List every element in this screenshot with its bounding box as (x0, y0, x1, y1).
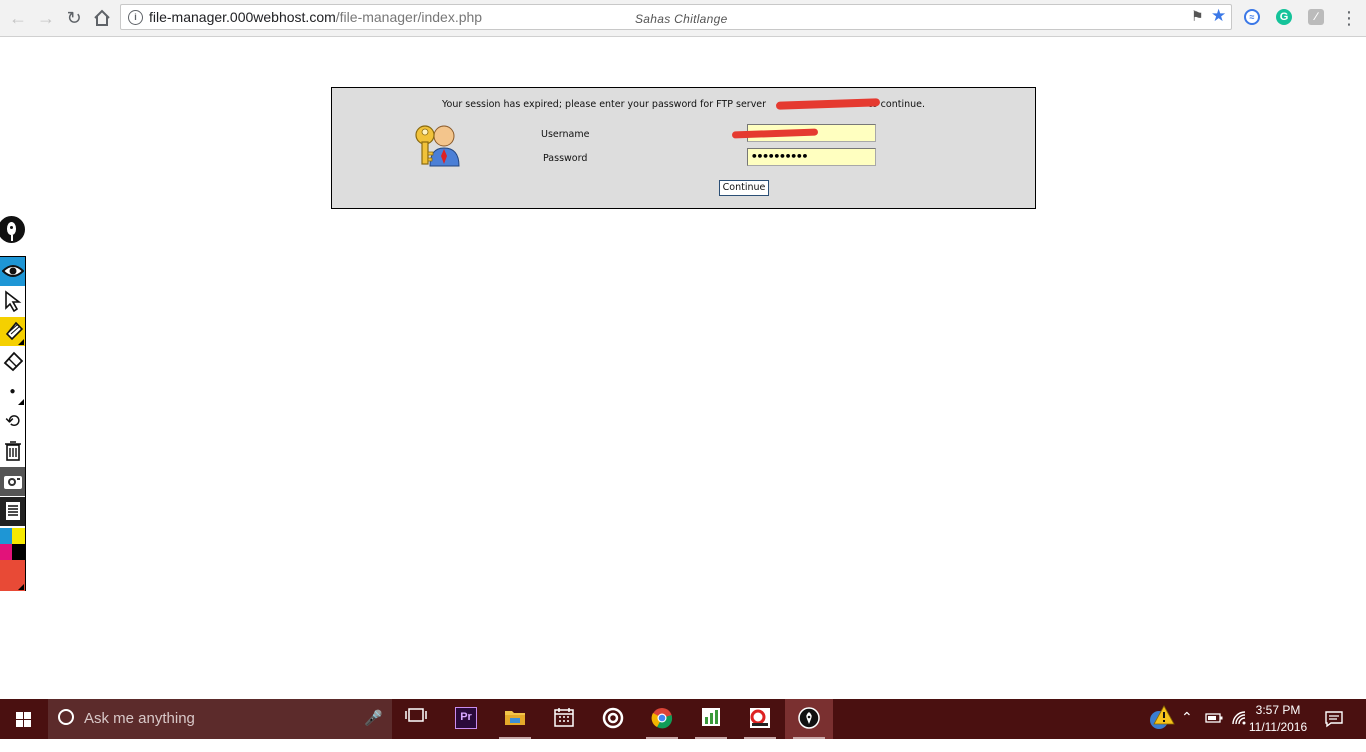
reload-icon[interactable]: ↻ (62, 6, 86, 30)
url-text: file-manager.000webhost.com/file-manager… (149, 9, 482, 25)
url-host: file-manager.000webhost.com (149, 9, 336, 25)
home-icon[interactable] (90, 6, 114, 30)
menu-icon[interactable]: ⋮ (1340, 6, 1358, 30)
pen-logo-icon[interactable] (0, 214, 27, 245)
user-key-icon (415, 125, 460, 167)
profile-name[interactable]: Sahas Chitlange (635, 12, 728, 26)
password-field[interactable]: •••••••••• (747, 148, 876, 166)
url-path: /file-manager/index.php (335, 9, 483, 25)
clock[interactable]: 3:57 PM 11/11/2016 (1243, 702, 1313, 736)
palette-icon[interactable] (0, 528, 25, 560)
warning-icon[interactable] (1148, 704, 1176, 744)
chart-app-icon[interactable] (687, 699, 735, 739)
session-expired-dialog: Your session has expired; please enter y… (331, 87, 1036, 209)
notification-icon[interactable] (1325, 710, 1343, 750)
browser-toolbar: ← → ↻ i file-manager.000webhost.com/file… (0, 0, 1366, 37)
drawing-toolbar: ● ⟲ (0, 256, 26, 591)
pen-app-icon[interactable] (785, 699, 833, 739)
eye-icon[interactable] (0, 257, 25, 286)
taskbar: Ask me anything 🎤 Pr ⌃ 3:57 PM 11/11/201… (0, 699, 1366, 739)
premiere-icon[interactable]: Pr (442, 699, 490, 739)
start-button[interactable] (0, 699, 48, 739)
target-icon[interactable] (589, 699, 637, 739)
grammarly-icon[interactable]: G (1276, 9, 1292, 25)
cortana-icon (58, 709, 74, 725)
password-label: Password (543, 153, 588, 164)
task-view-icon[interactable] (392, 699, 440, 739)
chrome-icon[interactable] (638, 699, 686, 739)
highlighter-icon[interactable] (0, 317, 25, 346)
session-message-prefix: Your session has expired; please enter y… (441, 99, 767, 110)
star-icon[interactable]: ★ (1211, 6, 1226, 26)
cs-app-icon[interactable] (736, 699, 784, 739)
calendar-icon[interactable] (540, 699, 588, 739)
windows-icon (16, 712, 32, 727)
username-label: Username (541, 129, 590, 140)
eraser-icon[interactable] (0, 347, 25, 376)
clock-date: 11/11/2016 (1248, 720, 1308, 734)
info-icon[interactable]: i (128, 10, 143, 25)
undo-icon[interactable]: ⟲ (0, 407, 25, 436)
forward-icon[interactable]: → (34, 6, 58, 30)
session-message: Your session has expired; please enter y… (332, 99, 1035, 110)
back-icon[interactable]: ← (6, 6, 30, 30)
trash-icon[interactable] (0, 437, 25, 466)
search-box[interactable]: Ask me anything 🎤 (48, 699, 392, 739)
extension-icon[interactable]: ≈ (1244, 9, 1260, 25)
pointer-icon[interactable] (0, 287, 25, 316)
color-icon[interactable] (0, 560, 25, 591)
notes-icon[interactable] (0, 497, 25, 526)
camera-icon[interactable] (0, 467, 25, 496)
clock-time: 3:57 PM (1255, 703, 1301, 717)
mic-icon[interactable]: 🎤 (364, 709, 383, 727)
chevron-up-icon[interactable]: ⌃ (1181, 709, 1193, 749)
pin-icon[interactable]: ⚑ (1191, 8, 1204, 25)
battery-icon[interactable] (1205, 712, 1223, 752)
address-bar[interactable]: i file-manager.000webhost.com/file-manag… (120, 4, 1232, 30)
search-placeholder: Ask me anything (84, 710, 195, 727)
dot-icon[interactable]: ● (0, 377, 25, 406)
extension-icon[interactable]: ∕ (1308, 9, 1324, 25)
file-explorer-icon[interactable] (491, 699, 539, 739)
continue-button[interactable]: Continue (719, 180, 769, 196)
